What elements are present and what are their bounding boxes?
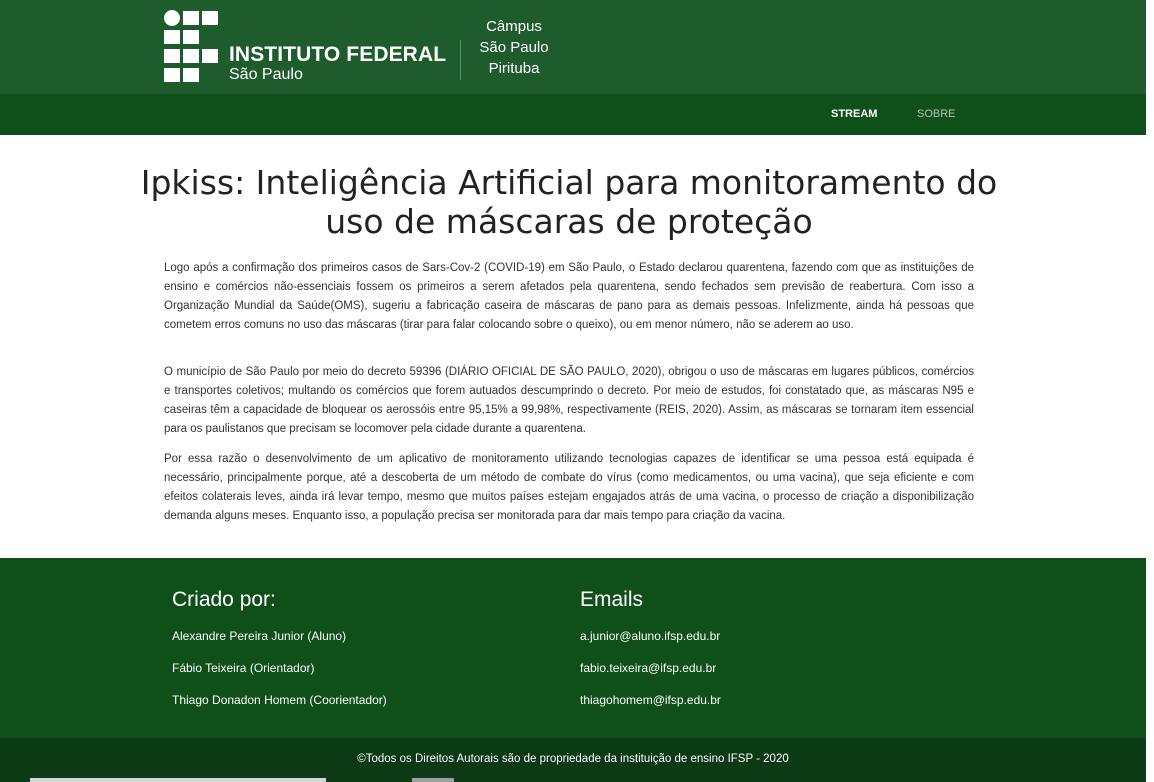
email-link[interactable]: thiagohomem@ifsp.edu.br — [580, 693, 721, 725]
copyright-bar: ©Todos os Direitos Autorais são de propr… — [0, 738, 1146, 782]
campus-line: Câmpus — [486, 18, 542, 35]
copyright-text: ©Todos os Direitos Autorais são de propr… — [357, 753, 789, 765]
page-title: Ipkiss: Inteligência Artificial para mon… — [140, 163, 998, 241]
decree-paragraph: O município de São Paulo por meio do dec… — [164, 366, 974, 435]
email-link[interactable]: a.junior@aluno.ifsp.edu.br — [580, 629, 721, 661]
main-content: Ipkiss: Inteligência Artificial para mon… — [0, 135, 1146, 558]
campus-label: Câmpus São Paulo Pirituba — [466, 16, 562, 79]
nav-link-sobre[interactable]: SOBRE — [917, 108, 956, 120]
window-edge — [1146, 0, 1154, 782]
motivation-paragraph: Por essa razão o desenvolvimento de um a… — [164, 453, 974, 522]
site-header: INSTITUTO FEDERAL São Paulo Câmpus São P… — [0, 0, 1146, 94]
campus-city: São Paulo — [479, 39, 549, 56]
horizontal-scrollbar-track[interactable] — [30, 778, 326, 782]
email-link[interactable]: fabio.teixeira@ifsp.edu.br — [580, 661, 721, 693]
page: INSTITUTO FEDERAL São Paulo Câmpus São P… — [0, 0, 1146, 782]
authors-column: Criado por: Alexandre Pereira Junior (Al… — [172, 588, 387, 725]
intro-paragraph: Logo após a confirmação dos primeiros ca… — [164, 262, 974, 331]
authors-heading: Criado por: — [172, 588, 276, 611]
logo-name: INSTITUTO FEDERAL — [229, 43, 447, 66]
logo-subtitle: São Paulo — [229, 66, 303, 83]
author-item: Fábio Teixeira (Orientador) — [172, 661, 315, 675]
site-footer: Criado por: Alexandre Pereira Junior (Al… — [0, 558, 1146, 738]
author-item: Alexandre Pereira Junior (Aluno) — [172, 629, 347, 643]
emails-heading: Emails — [580, 588, 644, 611]
header-divider — [460, 40, 461, 80]
author-item: Thiago Donadon Homem (Coorientador) — [172, 693, 387, 707]
nav-link-stream[interactable]: STREAM — [831, 108, 877, 120]
campus-unit: Pirituba — [488, 60, 540, 77]
horizontal-scrollbar-thumb[interactable] — [412, 778, 454, 782]
emails-column: Emails a.junior@aluno.ifsp.edu.br fabio.… — [580, 588, 721, 725]
logo-grid-icon — [164, 10, 218, 82]
main-navbar: STREAM SOBRE — [0, 94, 1146, 135]
institution-logo[interactable]: INSTITUTO FEDERAL São Paulo — [164, 10, 449, 85]
